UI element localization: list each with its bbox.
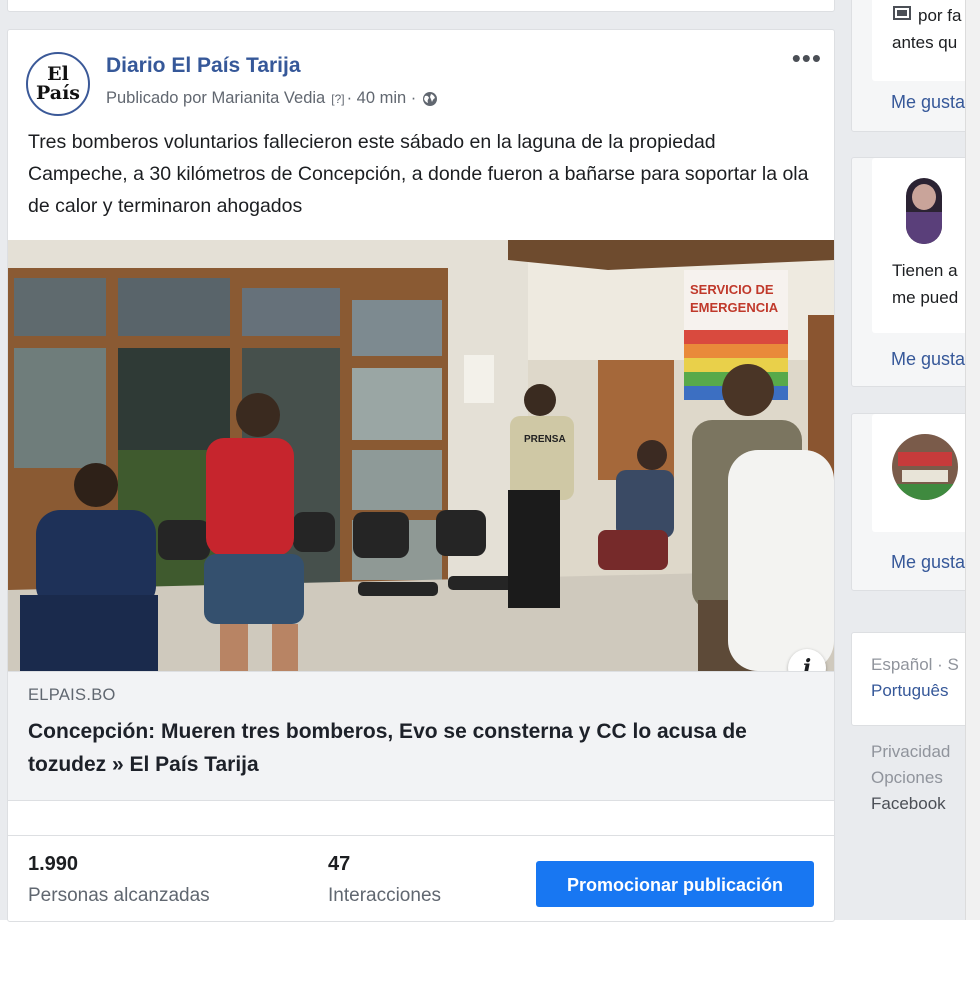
photo-sign-line1: SERVICIO DE: [690, 282, 774, 297]
globe-icon[interactable]: [422, 91, 438, 107]
scrollbar[interactable]: [965, 0, 980, 920]
post-time[interactable]: · 40 min ·: [347, 89, 417, 108]
right-card-2-line2: me pued: [892, 288, 959, 307]
photo-illustration: SERVICIO DE EMERGENCIA PRENSA: [8, 240, 834, 671]
stats-divider: [8, 835, 834, 836]
avatar-text-line2: País: [35, 82, 80, 104]
footer-privacy-link[interactable]: Privacidad: [871, 742, 950, 762]
user-avatar-2[interactable]: [906, 178, 942, 244]
link-headline[interactable]: Concepción: Mueren tres bomberos, Evo se…: [28, 715, 828, 781]
post-photo[interactable]: SERVICIO DE EMERGENCIA PRENSA: [8, 240, 834, 671]
language-card: [851, 632, 980, 726]
page-name-link[interactable]: Diario El País Tarija: [106, 54, 301, 78]
footer-facebook-text: Facebook: [871, 794, 946, 813]
page-avatar[interactable]: El País: [26, 52, 90, 116]
language-portugues[interactable]: Português: [871, 681, 949, 701]
footer-options-link[interactable]: Opciones: [871, 768, 943, 788]
right-card-1-line2: antes qu: [892, 33, 958, 52]
right-card-1-like[interactable]: Me gusta: [891, 92, 965, 113]
photo-sign-line2: EMERGENCIA: [690, 300, 779, 315]
reached-value: 1.990: [28, 853, 79, 875]
more-options-icon[interactable]: •••: [792, 45, 822, 71]
promote-post-button[interactable]: Promocionar publicación: [536, 861, 814, 907]
help-mark[interactable]: [?]: [331, 92, 344, 106]
right-card-1-line1: por fa: [918, 6, 962, 25]
reached-label: Personas alcanzadas: [28, 885, 210, 906]
link-domain: ELPAIS.BO: [28, 686, 116, 704]
post-text: Tres bomberos voluntarios fallecieron es…: [28, 131, 809, 217]
right-card-3-like[interactable]: Me gusta: [891, 552, 965, 573]
language-current: Español · S: [871, 655, 959, 674]
avatar-text-line1: El: [47, 63, 69, 85]
link-preview[interactable]: ELPAIS.BO Concepción: Mueren tres bomber…: [8, 671, 834, 801]
published-by[interactable]: Publicado por Marianita Vedia: [106, 89, 325, 108]
post-meta: Publicado por Marianita Vedia [?] · 40 m…: [106, 89, 438, 108]
previous-post-card: [7, 0, 835, 12]
interactions-label: Interacciones: [328, 885, 442, 906]
message-icon: [893, 6, 911, 20]
user-avatar-3[interactable]: [892, 434, 958, 500]
photo-vest-text: PRENSA: [524, 434, 566, 445]
post-card: El País Diario El País Tarija Publicado …: [7, 29, 835, 922]
interactions-value: 47: [328, 853, 351, 875]
right-card-2-line1: Tienen a: [892, 261, 958, 280]
right-card-2-like[interactable]: Me gusta: [891, 349, 965, 370]
